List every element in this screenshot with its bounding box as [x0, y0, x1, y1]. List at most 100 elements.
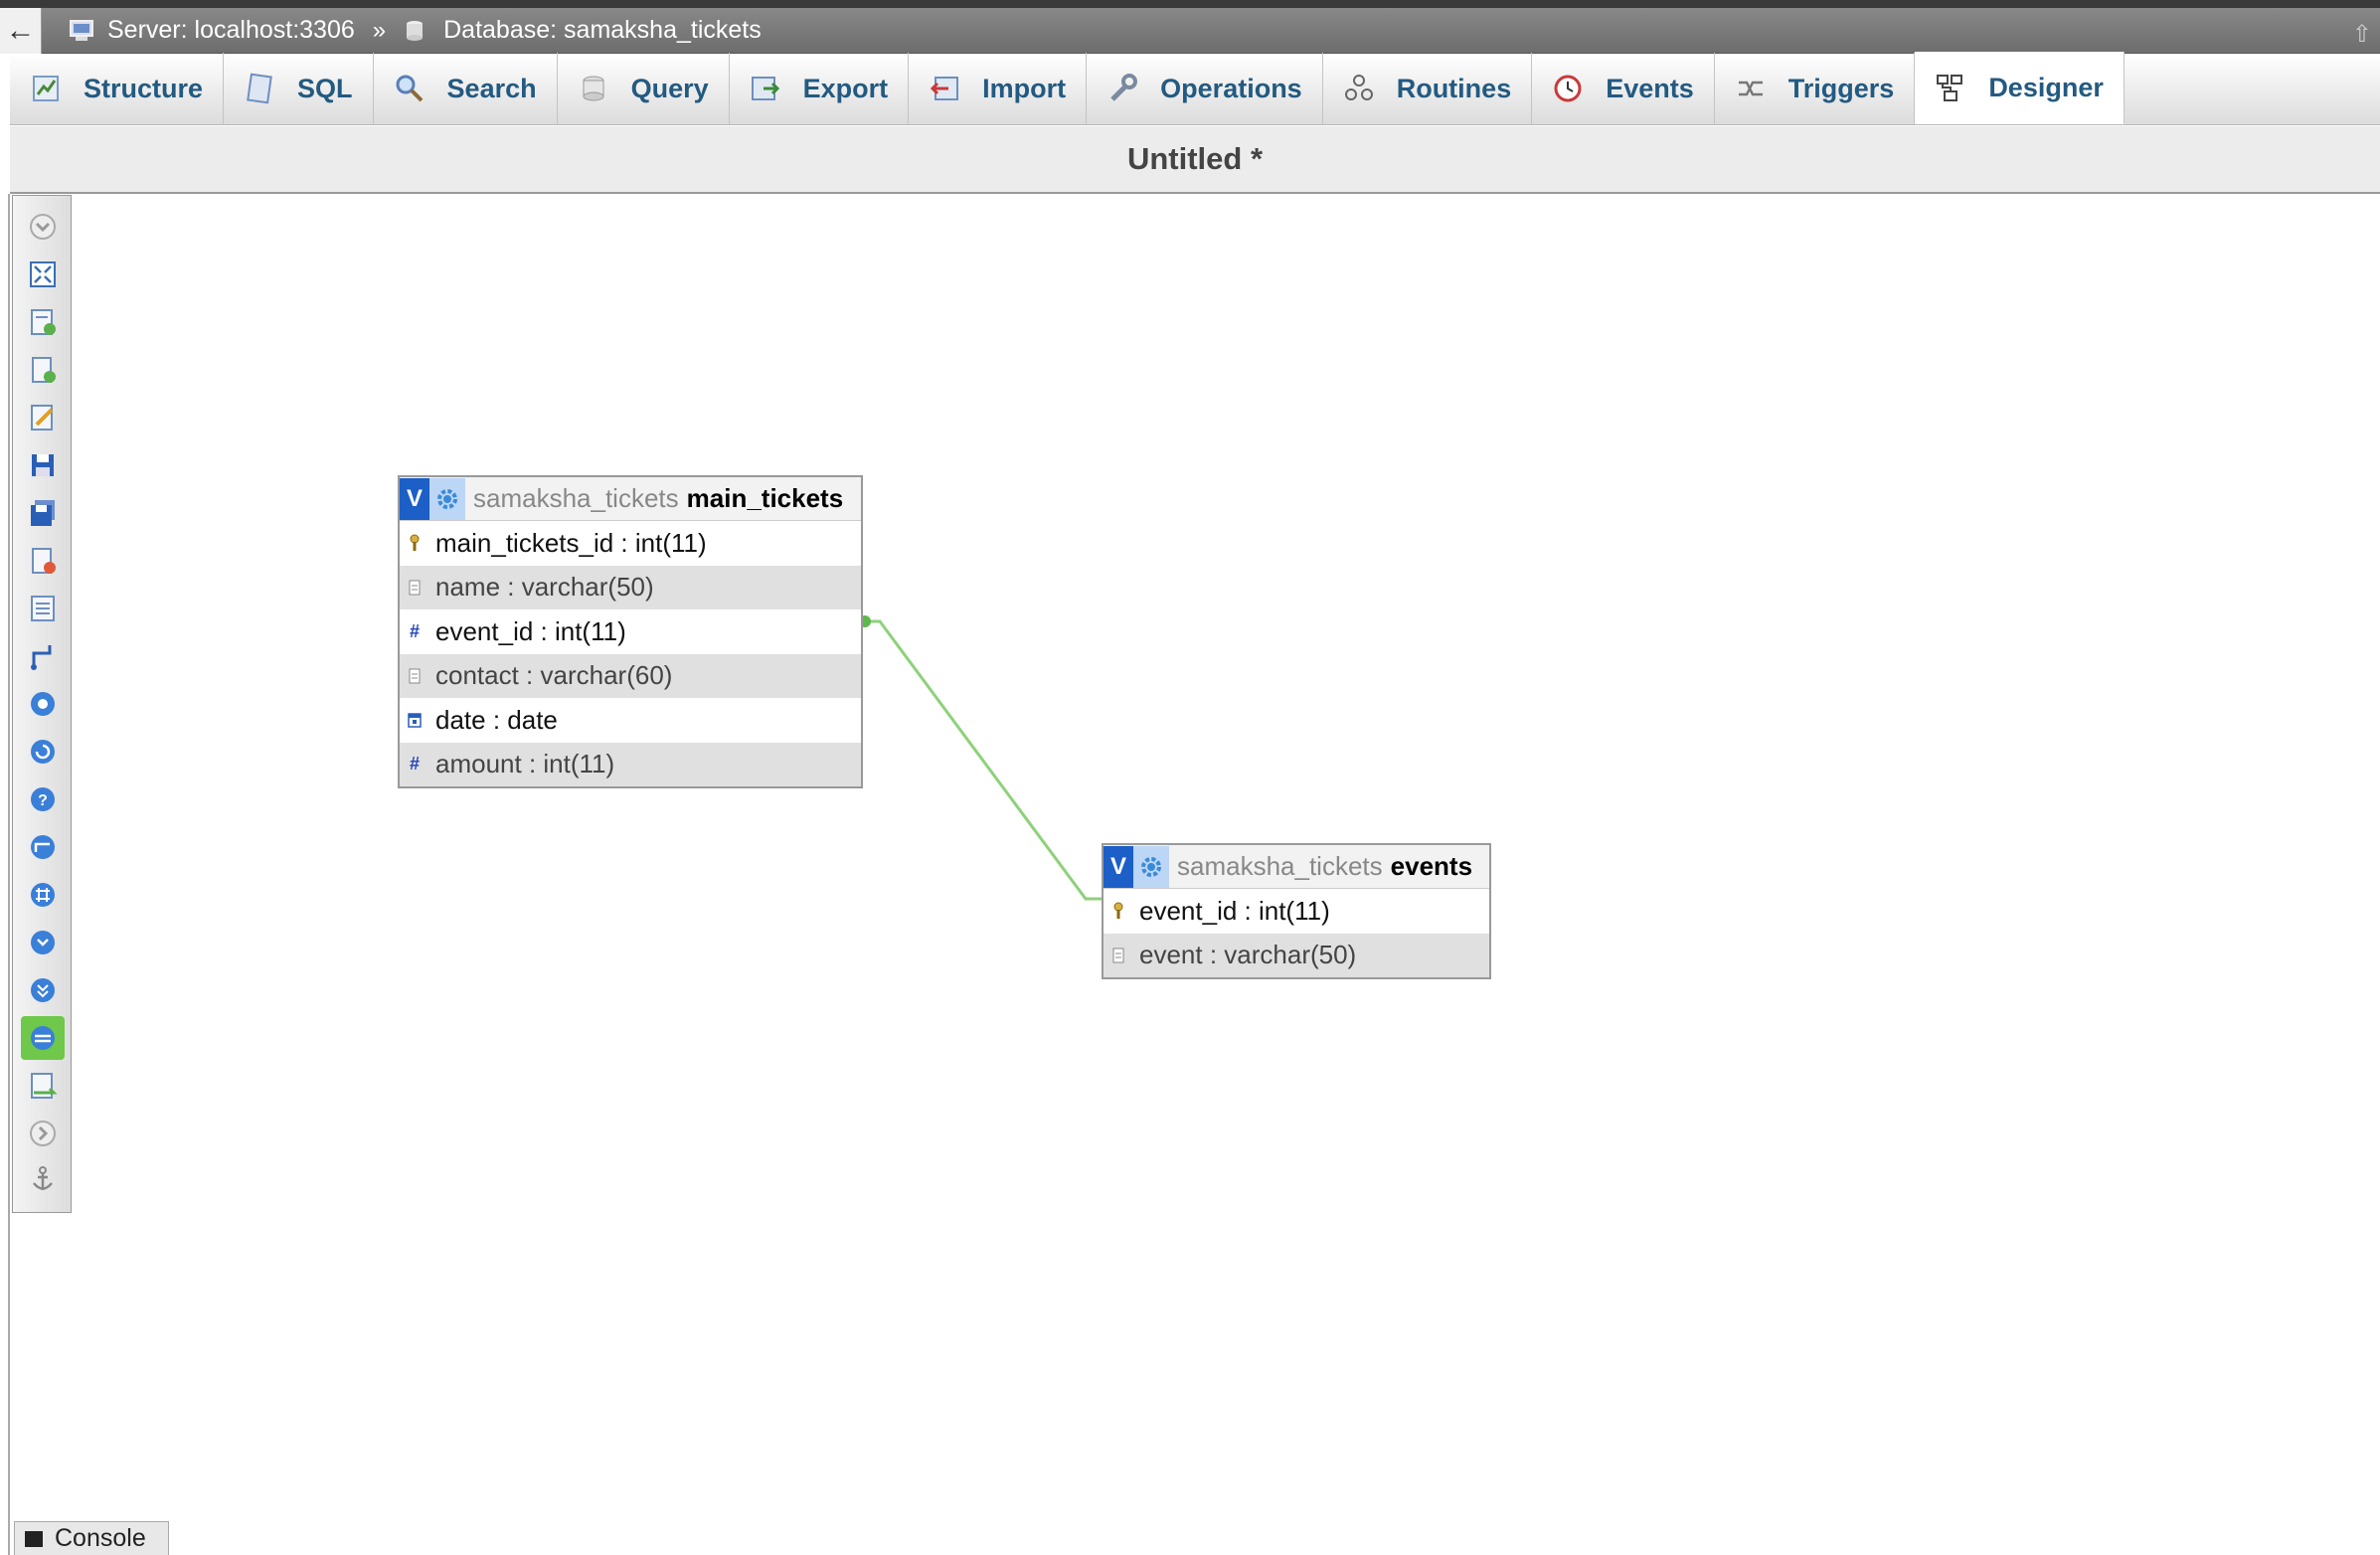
table-column-row[interactable]: # amount : int(11) [400, 742, 861, 786]
toggle-columns-button[interactable]: V [400, 477, 429, 520]
export-icon [750, 73, 781, 104]
primary-key-icon [1111, 901, 1125, 921]
designer-table-main-tickets[interactable]: V samaksha_tickets main_tickets main_tic… [398, 475, 863, 788]
console-icon [25, 1530, 43, 1547]
primary-key-icon [408, 533, 422, 553]
breadcrumb-database[interactable]: Database: samaksha_tickets [404, 16, 762, 45]
tab-designer-label: Designer [1988, 72, 2104, 102]
new-page-icon[interactable] [26, 353, 60, 387]
text-column-icon [408, 578, 422, 598]
toggle-menu-icon[interactable] [26, 210, 60, 244]
tab-sql[interactable]: SQL [224, 53, 374, 124]
text-column-icon [1111, 946, 1125, 965]
save-icon[interactable] [26, 448, 60, 482]
tab-operations-label: Operations [1160, 73, 1302, 103]
tab-events[interactable]: Events [1532, 53, 1715, 124]
save-as-icon[interactable] [26, 496, 60, 530]
edit-page-icon[interactable] [26, 401, 60, 434]
back-button[interactable]: ← [0, 7, 42, 54]
table-header[interactable]: V samaksha_tickets events [1104, 845, 1489, 889]
console-label: Console [55, 1524, 146, 1552]
reload-icon[interactable] [26, 735, 60, 769]
help-icon[interactable]: ? [26, 782, 60, 816]
view-schema-icon[interactable] [26, 592, 60, 625]
table-column-row[interactable]: event : varchar(50) [1104, 933, 1489, 977]
toggle-columns-button[interactable]: V [1104, 845, 1133, 888]
query-icon [578, 73, 609, 104]
table-column-row[interactable]: name : varchar(50) [400, 565, 861, 609]
angular-links-icon[interactable] [26, 830, 60, 864]
tab-query[interactable]: Query [558, 53, 730, 124]
tab-search[interactable]: Search [374, 53, 558, 124]
sql-icon [244, 73, 275, 104]
designer-table-events[interactable]: V samaksha_tickets events event_id : int… [1102, 843, 1491, 979]
column-label: event : varchar(50) [1139, 940, 1357, 970]
designer-side-toolbar: ? [12, 195, 72, 1213]
search-icon [394, 73, 425, 104]
tab-query-label: Query [630, 73, 709, 103]
tab-events-label: Events [1606, 73, 1694, 103]
column-label: event_id : int(11) [1139, 895, 1330, 926]
table-db-name: samaksha_tickets [1177, 851, 1383, 881]
column-label: main_tickets_id : int(11) [435, 527, 707, 558]
tab-operations[interactable]: Operations [1087, 53, 1323, 124]
gear-icon[interactable] [429, 477, 465, 520]
tab-bar: Structure SQL Search Query Export Import… [10, 52, 2380, 125]
routines-icon [1343, 73, 1375, 104]
events-icon [1552, 73, 1584, 104]
top-strip [0, 0, 2380, 8]
gear-icon[interactable] [1133, 845, 1169, 888]
table-column-row[interactable]: event_id : int(11) [1104, 889, 1489, 934]
tab-import[interactable]: Import [909, 53, 1088, 124]
choose-display-icon[interactable] [26, 687, 60, 721]
tab-triggers-label: Triggers [1787, 73, 1895, 103]
tab-routines[interactable]: Routines [1323, 53, 1533, 124]
tab-structure[interactable]: Structure [10, 53, 225, 124]
arrow-left-icon: ← [5, 13, 36, 47]
move-menu-icon[interactable] [26, 1117, 60, 1150]
table-column-row[interactable]: main_tickets_id : int(11) [400, 521, 861, 566]
export-schema-icon[interactable] [26, 1069, 60, 1103]
breadcrumb: ← Server: localhost:3306 » Database: sam… [0, 7, 2380, 54]
relation-line [859, 615, 1102, 901]
table-column-row[interactable]: contact : varchar(60) [400, 653, 861, 698]
add-tables-icon[interactable] [26, 305, 60, 339]
breadcrumb-server[interactable]: Server: localhost:3306 [68, 16, 355, 45]
column-label: event_id : int(11) [435, 615, 626, 646]
pin-text-icon[interactable] [26, 1162, 60, 1196]
tab-export-label: Export [802, 73, 889, 103]
collapse-icon[interactable]: ⇧ [2352, 20, 2372, 49]
table-db-name: samaksha_tickets [473, 483, 679, 513]
small-big-all-icon[interactable] [26, 926, 60, 959]
tab-triggers[interactable]: Triggers [1715, 53, 1916, 124]
tab-structure-label: Structure [84, 73, 204, 103]
canvas-left-border [8, 194, 10, 1555]
column-label: amount : int(11) [435, 749, 615, 779]
create-relation-icon[interactable] [26, 639, 60, 673]
toggle-relation-lines-icon[interactable] [21, 1016, 65, 1060]
designer-icon [1935, 72, 1966, 103]
tab-designer[interactable]: Designer [1915, 52, 2125, 124]
tab-routines-label: Routines [1396, 73, 1512, 103]
table-header[interactable]: V samaksha_tickets main_tickets [400, 477, 861, 521]
delete-page-icon[interactable] [26, 544, 60, 578]
column-label: contact : varchar(60) [435, 660, 673, 691]
tab-export[interactable]: Export [730, 53, 910, 124]
page-title[interactable]: Untitled * [10, 126, 2380, 194]
svg-text:?: ? [38, 792, 48, 809]
relation-path [865, 619, 1102, 901]
table-column-row[interactable]: date : date [400, 698, 861, 743]
table-name: main_tickets [686, 483, 844, 513]
console-toggle[interactable]: Console [14, 1521, 169, 1555]
snap-to-grid-icon[interactable] [26, 878, 60, 912]
tab-sql-label: SQL [297, 73, 353, 103]
operations-icon [1106, 73, 1138, 104]
tab-import-label: Import [982, 73, 1067, 103]
table-column-row[interactable]: # event_id : int(11) [400, 609, 861, 654]
toggle-small-big-icon[interactable] [26, 973, 60, 1007]
database-icon [404, 19, 431, 43]
fullscreen-icon[interactable] [26, 258, 60, 291]
text-column-icon [408, 666, 422, 686]
date-column-icon [408, 710, 422, 730]
triggers-icon [1735, 73, 1767, 104]
